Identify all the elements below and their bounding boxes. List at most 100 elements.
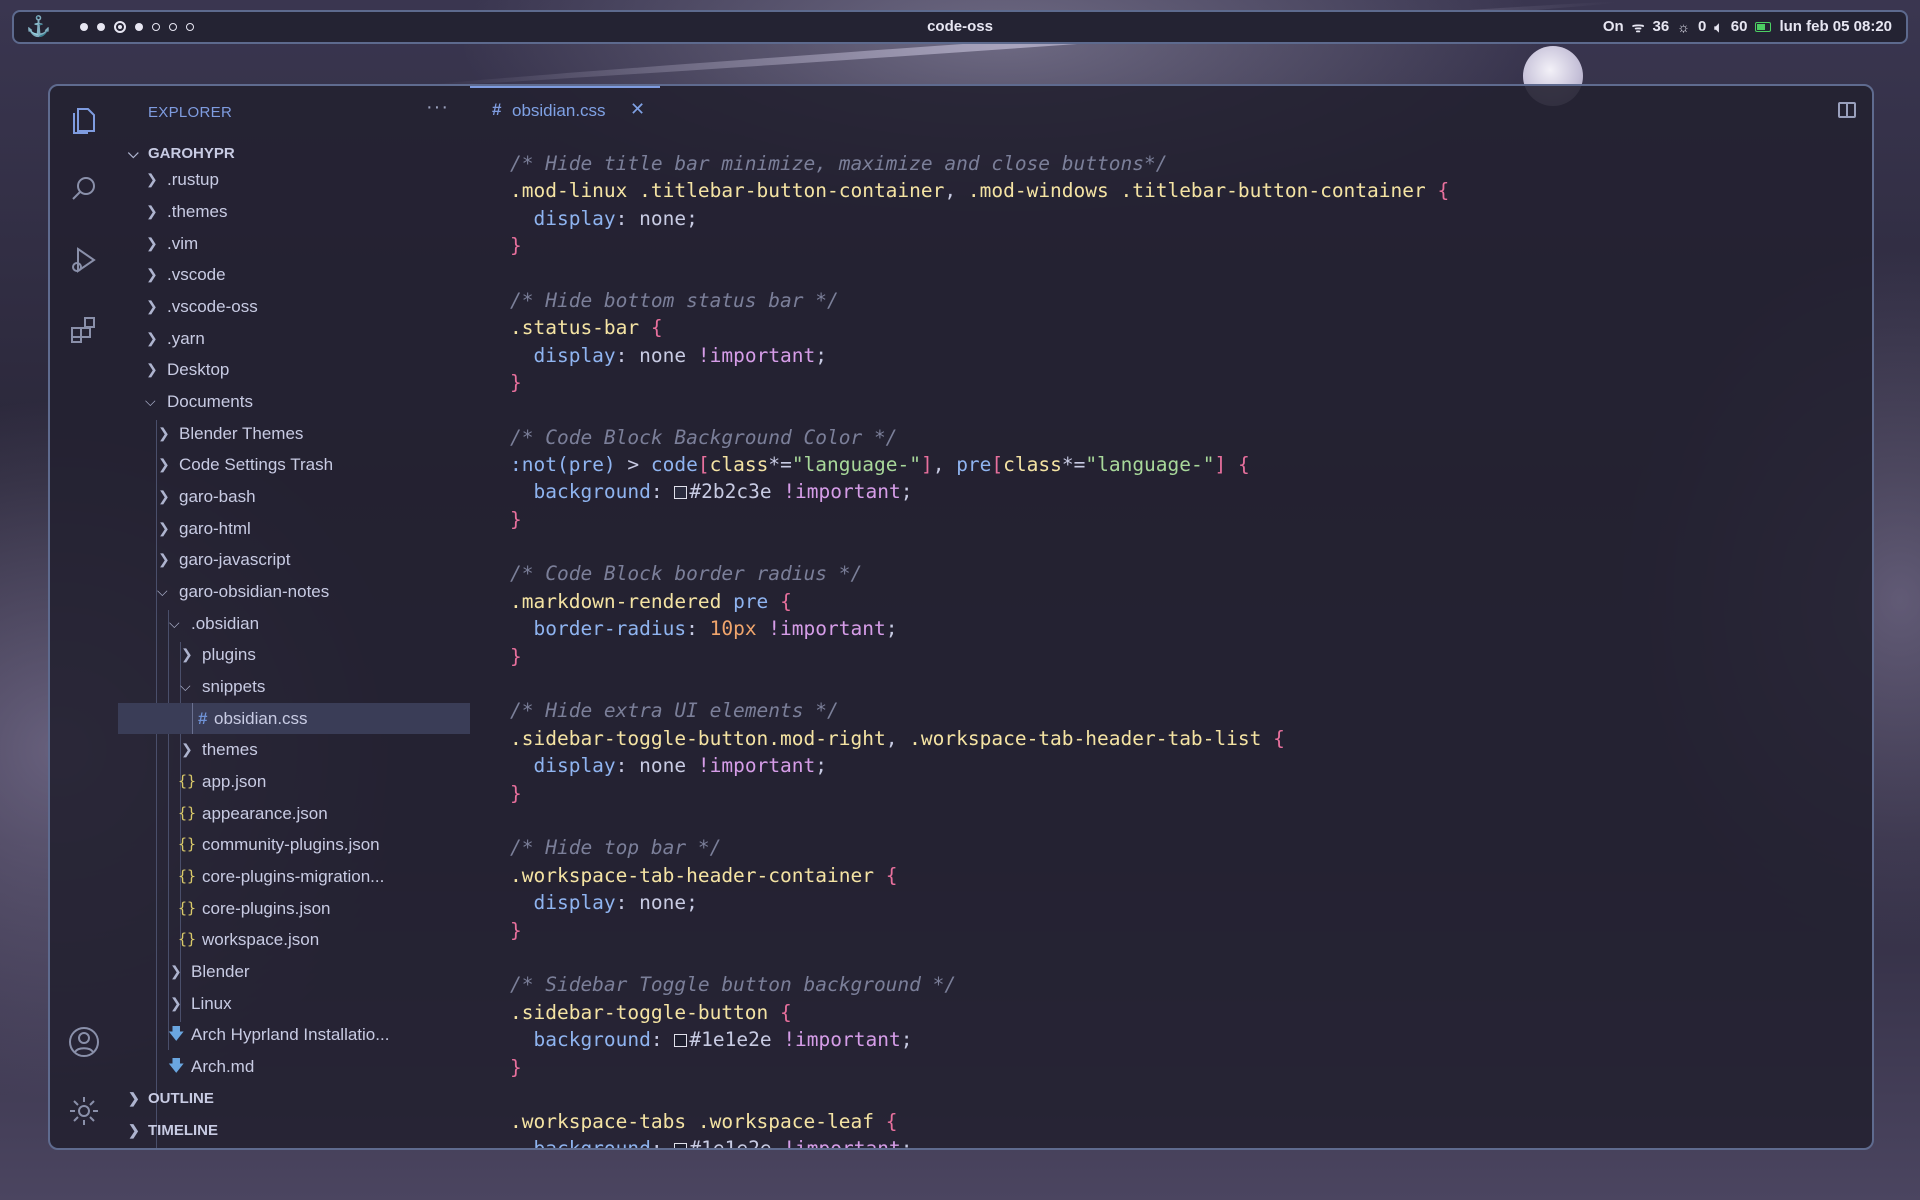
status-tray: On ᯤ 36 ☼ 0 🔈︎ 60 lun feb 05 08:20: [1603, 12, 1892, 42]
tree-item[interactable]: ⌵ .obsidian: [118, 608, 470, 639]
code-line: /* Code Block Background Color */: [510, 426, 898, 449]
chevron-down-icon: ⌵: [157, 583, 168, 599]
tree-item[interactable]: {} community-plugins.json: [118, 829, 470, 860]
split-editor-icon[interactable]: [1838, 102, 1856, 118]
tree-item[interactable]: ❯ .rustup: [118, 164, 470, 195]
tab-obsidian-css[interactable]: # obsidian.css ✕: [470, 86, 660, 134]
code-line: background: #1e1e2e !important;: [510, 1135, 912, 1148]
clock[interactable]: lun feb 05 08:20: [1779, 12, 1892, 42]
manage-gear-icon[interactable]: [64, 1091, 104, 1131]
run-debug-icon[interactable]: [64, 240, 104, 280]
code-line: .mod-linux .titlebar-button-container, .…: [510, 179, 1450, 202]
chevron-right-icon: ❯: [158, 425, 170, 441]
json-file-icon: {}: [178, 899, 197, 917]
code-line: display: none !important;: [533, 344, 828, 367]
chevron-right-icon: ❯: [146, 171, 158, 187]
timeline-section[interactable]: ❯ TIMELINE: [118, 1115, 470, 1146]
tree-item[interactable]: ❯ Blender: [118, 956, 470, 987]
code-line: /* Code Block border radius */: [510, 562, 863, 585]
brightness-icon[interactable]: ☼: [1677, 12, 1690, 42]
code-line: display: none !important;: [533, 754, 828, 777]
chevron-right-icon: ❯: [146, 235, 158, 251]
wifi-icon[interactable]: ᯤ: [1632, 12, 1645, 42]
code-line: background: #1e1e2e !important;: [533, 1028, 913, 1051]
color-swatch[interactable]: [674, 1143, 688, 1148]
json-file-icon: {}: [178, 772, 197, 790]
chevron-right-icon: ❯: [128, 1090, 140, 1106]
code-line: /* Hide bottom status bar */: [510, 289, 839, 312]
battery-icon[interactable]: [1755, 22, 1772, 32]
css-file-icon: #: [198, 709, 208, 728]
tree-item[interactable]: ❯ Code Settings Trash: [118, 449, 470, 480]
chevron-right-icon: ❯: [146, 266, 158, 282]
tree-item[interactable]: ❯ .vim: [118, 228, 470, 259]
chevron-right-icon: ❯: [158, 520, 170, 536]
more-actions-icon[interactable]: ···: [426, 96, 449, 119]
tree-item[interactable]: {} core-plugins.json: [118, 893, 470, 924]
brightness-value: 36: [1652, 18, 1670, 35]
code-line: }: [510, 1056, 522, 1079]
tree-item[interactable]: ❯ garo-html: [118, 513, 470, 544]
markdown-file-icon: 🡇: [168, 1058, 185, 1075]
more-actions-icon[interactable]: ···: [1870, 94, 1872, 118]
tree-item[interactable]: ⌵ garo-obsidian-notes: [118, 576, 470, 607]
tree-item[interactable]: {} workspace.json: [118, 924, 470, 955]
code-line: }: [510, 919, 522, 942]
tree-item[interactable]: ⌵ snippets: [118, 671, 470, 702]
tree-item[interactable]: {} app.json: [118, 766, 470, 797]
code-line: /* Hide title bar minimize, maximize and…: [510, 152, 1168, 175]
code-line: .markdown-rendered pre {: [510, 590, 792, 613]
tree-item-selected[interactable]: # obsidian.css: [118, 703, 470, 734]
code-line: }: [510, 371, 522, 394]
tree-item[interactable]: ⌵ Documents: [118, 386, 470, 417]
tree-item[interactable]: {} core-plugins-migration...: [118, 861, 470, 892]
chevron-down-icon: ⌵: [180, 678, 191, 694]
tree-item[interactable]: ❯ .themes: [118, 196, 470, 227]
css-file-icon: #: [492, 100, 502, 119]
tree-item[interactable]: ❯ garo-bash: [118, 481, 470, 512]
json-file-icon: {}: [178, 930, 197, 948]
indent-guide: [192, 703, 193, 734]
chevron-right-icon: ❯: [158, 551, 170, 567]
code-line: /* Hide top bar */: [510, 836, 722, 859]
code-line: display: none;: [533, 891, 698, 914]
explorer-header: EXPLORER: [148, 104, 233, 121]
tree-item[interactable]: ❯ .vscode: [118, 259, 470, 290]
chevron-right-icon: ❯: [146, 330, 158, 346]
color-swatch[interactable]: [674, 486, 688, 499]
tree-item[interactable]: ❯ .vscode-oss: [118, 291, 470, 322]
code-line: }: [510, 782, 522, 805]
code-line: background: #2b2c3e !important;: [533, 480, 913, 503]
code-line: /* Hide extra UI elements */: [510, 699, 839, 722]
explorer-icon[interactable]: [64, 100, 104, 140]
markdown-file-icon: 🡇: [168, 1026, 185, 1043]
color-swatch[interactable]: [674, 1034, 688, 1047]
tree-item[interactable]: 🡇 Arch.md: [118, 1051, 470, 1082]
json-file-icon: {}: [178, 867, 197, 885]
tree-item[interactable]: ❯ themes: [118, 734, 470, 765]
volume-icon[interactable]: 🔈︎: [1714, 12, 1722, 42]
tree-item[interactable]: ❯ Linux: [118, 988, 470, 1019]
close-icon[interactable]: ✕: [630, 99, 645, 120]
tree-item[interactable]: ❯ Desktop: [118, 354, 470, 385]
code-line: /* Sidebar Toggle button background */: [510, 973, 957, 996]
tree-item[interactable]: 🡇 Arch Hyprland Installatio...: [118, 1019, 470, 1050]
activity-bar: [50, 86, 118, 1148]
tree-item[interactable]: ❯ plugins: [118, 639, 470, 670]
chevron-down-icon: ⌵: [145, 393, 156, 409]
volume-value: 60: [1730, 18, 1748, 35]
chevron-right-icon: ❯: [170, 995, 182, 1011]
search-icon[interactable]: [64, 169, 104, 209]
chevron-right-icon: ❯: [181, 741, 193, 757]
account-icon[interactable]: [64, 1022, 104, 1062]
tree-item[interactable]: ❯ Blender Themes: [118, 418, 470, 449]
tree-item[interactable]: ❯ .yarn: [118, 323, 470, 354]
explorer-sidebar: EXPLORER ··· ⌵ GAROHYPR ❯ .rustup ❯ .theme…: [118, 86, 470, 1148]
network-label[interactable]: On: [1603, 12, 1624, 42]
outline-section[interactable]: ❯ OUTLINE: [118, 1083, 470, 1114]
code-line: }: [510, 234, 522, 257]
tree-item[interactable]: ❯ garo-javascript: [118, 544, 470, 575]
json-file-icon: {}: [178, 804, 197, 822]
tree-item[interactable]: {} appearance.json: [118, 798, 470, 829]
extensions-icon[interactable]: [64, 310, 104, 350]
